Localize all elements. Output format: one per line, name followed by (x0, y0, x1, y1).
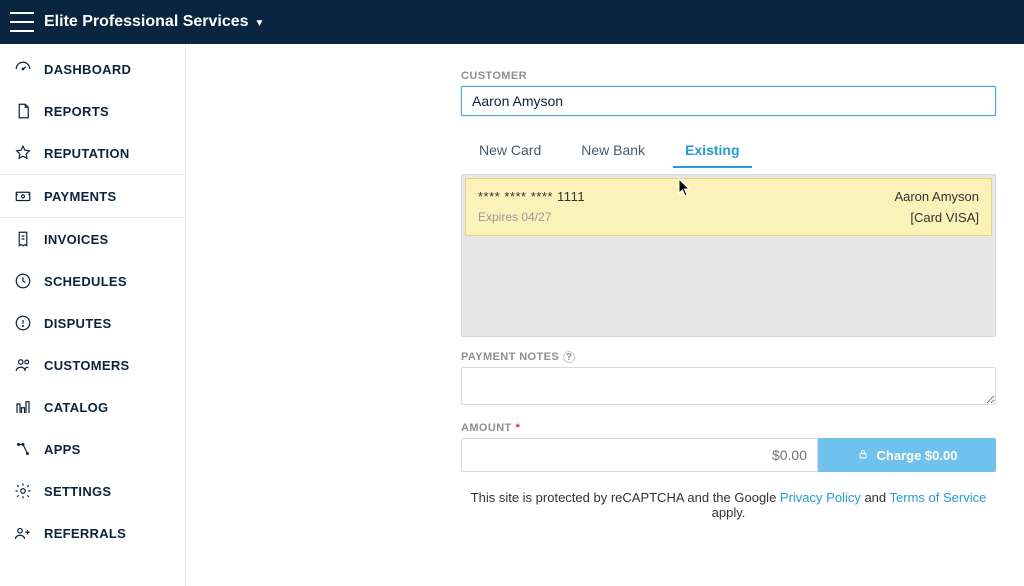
existing-card-row[interactable]: **** **** **** 1111 Aaron Amyson Expires… (465, 178, 992, 236)
document-icon (14, 102, 32, 120)
invoice-icon (14, 230, 32, 248)
sidebar-item-payments[interactable]: PAYMENTS (0, 174, 185, 218)
sidebar: DASHBOARD REPORTS REPUTATION PAYMENTS IN… (0, 44, 186, 586)
existing-methods-panel: **** **** **** 1111 Aaron Amyson Expires… (461, 174, 996, 337)
sidebar-item-label: PAYMENTS (44, 189, 116, 204)
card-holder-name: Aaron Amyson (894, 189, 979, 204)
card-mask: **** **** **** 1111 (478, 189, 585, 204)
sidebar-item-catalog[interactable]: CATALOG (0, 386, 185, 428)
gauge-icon (14, 60, 32, 78)
catalog-icon (14, 398, 32, 416)
sidebar-item-dashboard[interactable]: DASHBOARD (0, 48, 185, 90)
terms-of-service-link[interactable]: Terms of Service (890, 490, 987, 505)
referrals-icon (14, 524, 32, 542)
alert-icon (14, 314, 32, 332)
apps-icon (14, 440, 32, 458)
gear-icon (14, 482, 32, 500)
amount-input[interactable] (461, 438, 818, 472)
clock-icon (14, 272, 32, 290)
sidebar-item-label: DISPUTES (44, 316, 111, 331)
payment-notes-input[interactable] (461, 367, 996, 405)
sidebar-item-label: CUSTOMERS (44, 358, 130, 373)
sidebar-item-label: REPUTATION (44, 146, 130, 161)
sidebar-item-settings[interactable]: SETTINGS (0, 470, 185, 512)
payment-method-tabs: New Card New Bank Existing (461, 134, 996, 168)
charge-button-label: Charge $0.00 (877, 448, 958, 463)
payment-notes-label: PAYMENT NOTES ? (461, 351, 996, 363)
sidebar-item-label: DASHBOARD (44, 62, 131, 77)
sidebar-item-referrals[interactable]: REFERRALS (0, 512, 185, 554)
main-content: CUSTOMER New Card New Bank Existing ****… (186, 44, 1024, 586)
card-type: [Card VISA] (910, 210, 979, 225)
sidebar-item-reputation[interactable]: REPUTATION (0, 132, 185, 174)
sidebar-item-customers[interactable]: CUSTOMERS (0, 344, 185, 386)
top-bar: Elite Professional Services ▼ (0, 0, 1024, 44)
sidebar-item-schedules[interactable]: SCHEDULES (0, 260, 185, 302)
sidebar-item-reports[interactable]: REPORTS (0, 90, 185, 132)
users-icon (14, 356, 32, 374)
lock-icon (857, 448, 869, 463)
sidebar-item-label: REPORTS (44, 104, 109, 119)
sidebar-item-label: SETTINGS (44, 484, 111, 499)
sidebar-item-invoices[interactable]: INVOICES (0, 218, 185, 260)
amount-label: AMOUNT* (461, 422, 996, 434)
customer-input[interactable] (461, 86, 996, 116)
menu-icon[interactable] (10, 12, 34, 32)
brand-name: Elite Professional Services (44, 13, 249, 31)
charge-button[interactable]: Charge $0.00 (818, 438, 996, 472)
customer-label: CUSTOMER (461, 70, 996, 82)
sidebar-item-apps[interactable]: APPS (0, 428, 185, 470)
chevron-down-icon: ▼ (255, 18, 265, 29)
sidebar-item-label: CATALOG (44, 400, 108, 415)
tab-new-card[interactable]: New Card (473, 134, 547, 168)
sidebar-item-disputes[interactable]: DISPUTES (0, 302, 185, 344)
brand-dropdown[interactable]: Elite Professional Services ▼ (44, 13, 264, 31)
sidebar-item-label: REFERRALS (44, 526, 126, 541)
card-expiry: Expires 04/27 (478, 210, 551, 225)
sidebar-item-label: INVOICES (44, 232, 109, 247)
sidebar-item-label: APPS (44, 442, 81, 457)
star-icon (14, 144, 32, 162)
payments-icon (14, 187, 32, 205)
info-icon[interactable]: ? (563, 351, 575, 363)
recaptcha-notice: This site is protected by reCAPTCHA and … (461, 490, 996, 520)
privacy-policy-link[interactable]: Privacy Policy (780, 490, 861, 505)
tab-new-bank[interactable]: New Bank (575, 134, 651, 168)
sidebar-item-label: SCHEDULES (44, 274, 127, 289)
tab-existing[interactable]: Existing (679, 134, 745, 168)
